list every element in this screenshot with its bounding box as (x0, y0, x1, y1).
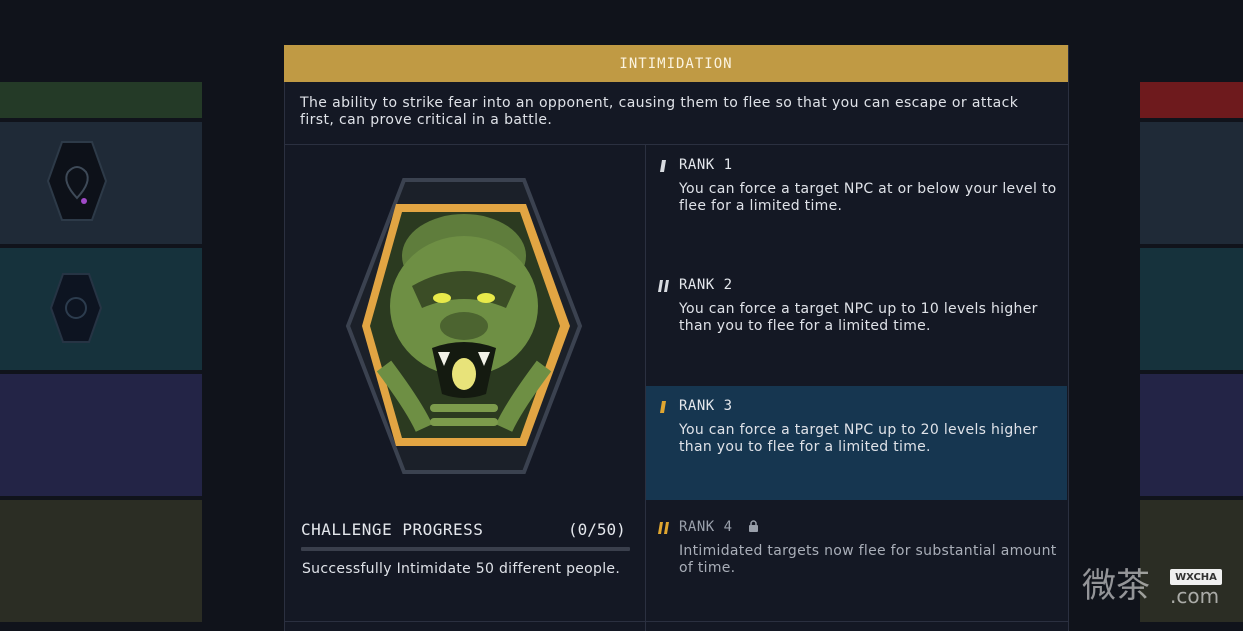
rank-description: You can force a target NPC up to 20 leve… (679, 422, 1038, 455)
rank-description: You can force a target NPC at or below y… (679, 181, 1057, 214)
target-skill-icon (49, 273, 103, 343)
watermark-badge: WXCHA (1170, 569, 1222, 585)
heart-skill-icon (46, 141, 108, 221)
rank-label: RANK 3 (679, 398, 733, 414)
svg-text:微茶: 微茶 (1082, 566, 1150, 606)
rank-description: You can force a target NPC up to 10 leve… (679, 301, 1038, 334)
divider (284, 621, 1068, 622)
rank-3-icon (660, 401, 666, 413)
bg-skill-tile[interactable] (0, 500, 202, 622)
rank-label: RANK 4 (679, 519, 759, 535)
bg-skill-tile[interactable] (1140, 374, 1243, 496)
challenge-progress-bar (301, 547, 630, 551)
intimidation-patch-image (345, 178, 583, 474)
rank-1-row[interactable]: RANK 1 You can force a target NPC at or … (646, 145, 1067, 265)
rank-4-row[interactable]: RANK 4 Intimidated targets now flee for … (646, 507, 1067, 621)
rank-2-row[interactable]: RANK 2 You can force a target NPC up to … (646, 265, 1067, 385)
bg-skill-tile[interactable] (1140, 122, 1243, 244)
watermark-logo-icon: 微茶 (1082, 566, 1150, 606)
rank-2-icon (658, 280, 669, 292)
watermark: 微茶 WXCHA .com (1082, 565, 1237, 610)
bg-skill-tile[interactable] (0, 122, 202, 244)
rank-description: Intimidated targets now flee for substan… (679, 543, 1057, 576)
rank-label: RANK 2 (679, 277, 733, 293)
rank-4-icon (658, 522, 669, 534)
bg-skill-tile[interactable] (1140, 248, 1243, 370)
bg-skill-tile[interactable] (0, 248, 202, 370)
bg-category-header-red (1140, 82, 1243, 118)
bg-category-header-green (0, 82, 202, 118)
rank-3-row-selected[interactable]: RANK 3 You can force a target NPC up to … (646, 386, 1067, 500)
rank-label: RANK 1 (679, 157, 733, 173)
watermark-domain: .com (1170, 584, 1220, 608)
challenge-progress-title: CHALLENGE PROGRESS (301, 520, 484, 539)
lock-icon (748, 520, 758, 532)
bg-skill-tile[interactable] (0, 374, 202, 496)
skill-title: INTIMIDATION (284, 45, 1068, 82)
challenge-description: Successfully Intimidate 50 different peo… (302, 561, 621, 577)
rank-1-icon (660, 160, 666, 172)
challenge-progress-count: (0/50) (568, 520, 626, 539)
skill-description: The ability to strike fear into an oppon… (300, 95, 1019, 128)
